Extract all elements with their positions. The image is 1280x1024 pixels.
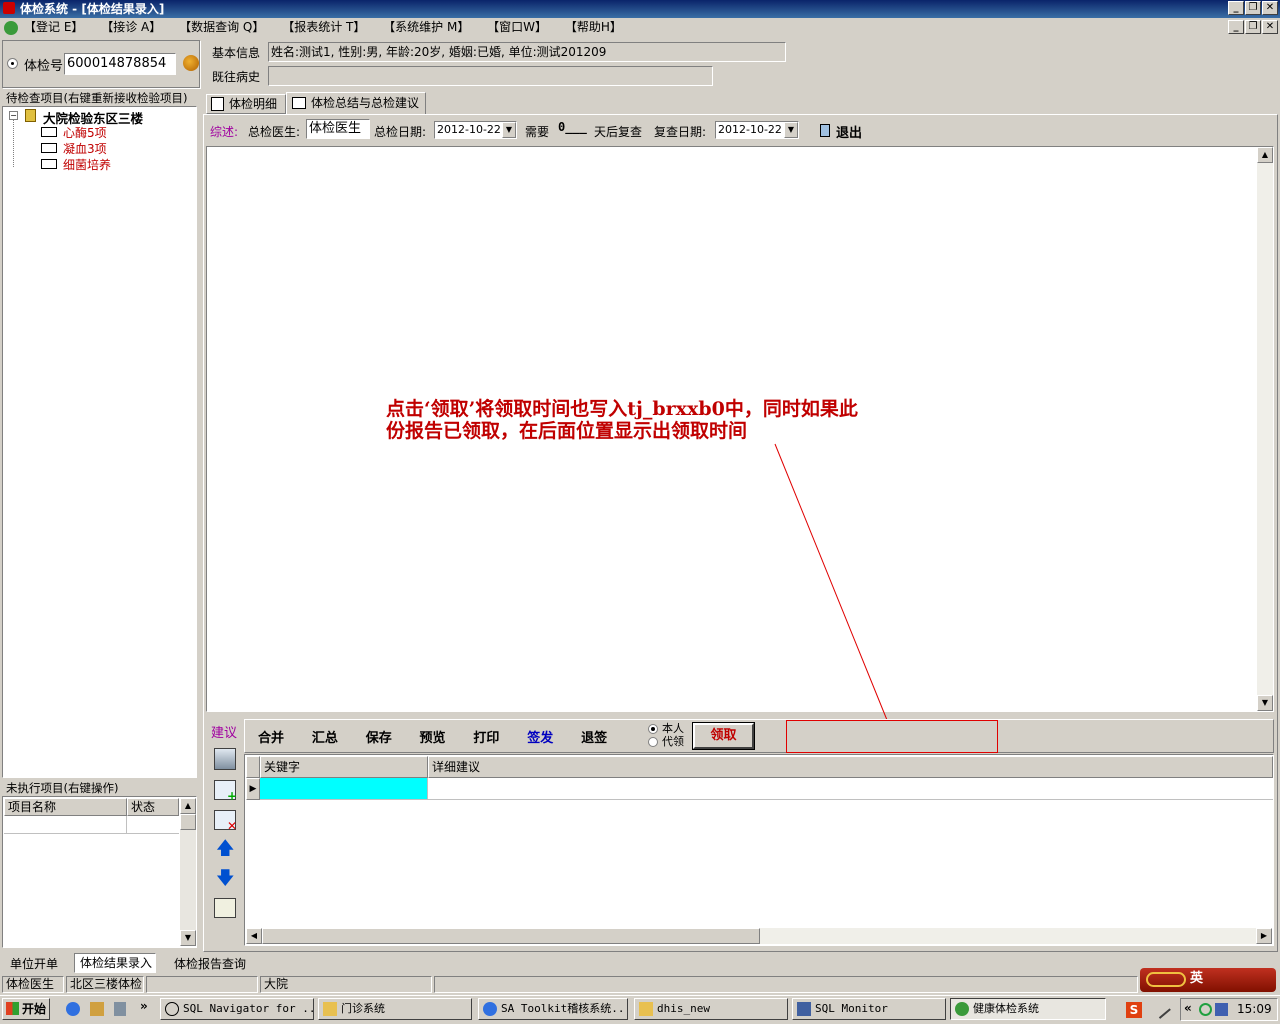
tab-unit-order[interactable]: 单位开单 bbox=[10, 955, 58, 972]
start-button[interactable]: 开始 bbox=[2, 998, 50, 1020]
template-icon[interactable] bbox=[214, 898, 236, 918]
doctor-search-icon[interactable] bbox=[214, 748, 236, 770]
side-icon-toolbar: + ✕ 🡅 🡇 bbox=[206, 742, 242, 948]
radio-self-label: 本人 bbox=[662, 722, 684, 735]
folder-icon bbox=[639, 1002, 653, 1016]
claim-button[interactable]: 领取 bbox=[692, 722, 755, 750]
radio-proxy-label: 代领 bbox=[662, 735, 684, 748]
radio-proxy-dot bbox=[648, 737, 658, 747]
quicklaunch-calc-icon[interactable] bbox=[114, 1002, 126, 1016]
save-button[interactable]: 保存 bbox=[366, 727, 392, 746]
tab-report-query[interactable]: 体检报告查询 bbox=[174, 955, 246, 972]
ime-toolbar[interactable]: 英 bbox=[1140, 968, 1276, 992]
row-indicator: ▶ bbox=[246, 778, 260, 800]
sogou-s-icon[interactable]: S bbox=[1126, 1002, 1142, 1018]
tray-monitor-icon[interactable] bbox=[1215, 1003, 1228, 1016]
scroll-right-icon[interactable]: ▶ bbox=[1256, 928, 1272, 944]
windows-logo-icon bbox=[6, 1002, 19, 1015]
bottom-tab-bar: 单位开单 体检结果录入 体检报告查询 bbox=[0, 952, 1280, 974]
tray-expand-icon[interactable]: « bbox=[1184, 1001, 1192, 1015]
clock: 15:09 bbox=[1237, 1002, 1272, 1016]
tab-result-entry[interactable]: 体检结果录入 bbox=[74, 953, 156, 973]
suggest-side-label: 建议 bbox=[211, 726, 238, 741]
quicklaunch-more-icon[interactable]: » bbox=[140, 999, 148, 1013]
horizontal-scrollbar[interactable]: ◀ ▶ bbox=[246, 928, 1272, 944]
start-label: 开始 bbox=[22, 1002, 47, 1016]
task-sql-monitor[interactable]: SQL Monitor bbox=[792, 998, 946, 1020]
task-outpatient[interactable]: 门诊系统 bbox=[318, 998, 472, 1020]
row-indicator-header bbox=[246, 756, 260, 778]
folder-icon bbox=[323, 1002, 337, 1016]
ime-lang: 英 bbox=[1190, 971, 1204, 986]
print-button[interactable]: 打印 bbox=[473, 727, 499, 746]
system-tray: « 15:09 bbox=[1180, 998, 1278, 1021]
task-sa-toolkit[interactable]: SA Toolkit稽核系统... bbox=[478, 998, 628, 1020]
monitor-icon bbox=[797, 1002, 811, 1016]
app-icon bbox=[955, 1002, 969, 1016]
suggestion-grid[interactable]: 关键字 详细建议 ▶ ◀ ▶ bbox=[244, 754, 1274, 946]
radio-self-dot bbox=[648, 724, 658, 734]
unsign-button[interactable]: 退签 bbox=[581, 727, 607, 746]
quicklaunch-tool-icon[interactable] bbox=[90, 1002, 104, 1016]
preview-button[interactable]: 预览 bbox=[420, 727, 446, 746]
status-site: 大院 bbox=[260, 976, 432, 993]
scroll-left-icon[interactable]: ◀ bbox=[246, 928, 262, 944]
quicklaunch-ie-icon[interactable] bbox=[66, 1002, 80, 1016]
ie-icon bbox=[483, 1002, 497, 1016]
column-header[interactable]: 详细建议 bbox=[428, 756, 1273, 778]
move-up-icon[interactable]: 🡅 bbox=[216, 840, 235, 858]
status-doctor: 体检医生 bbox=[2, 976, 64, 993]
detail-cell[interactable] bbox=[428, 778, 1273, 800]
status-dept: 北区三楼体检 bbox=[66, 976, 144, 993]
task-dhis-new[interactable]: dhis_new bbox=[634, 998, 788, 1020]
sql-navigator-icon bbox=[165, 1002, 179, 1016]
keyword-cell[interactable] bbox=[260, 778, 428, 800]
summarize-button[interactable]: 汇总 bbox=[312, 727, 338, 746]
ime-logo-icon bbox=[1146, 972, 1186, 987]
status-blank bbox=[146, 976, 258, 993]
add-suggestion-icon[interactable]: + bbox=[214, 780, 237, 802]
claim-time-highlight bbox=[786, 720, 998, 753]
move-down-icon[interactable]: 🡇 bbox=[216, 870, 235, 888]
sign-button[interactable]: 签发 bbox=[527, 727, 553, 746]
radio-proxy[interactable]: 代领 bbox=[648, 736, 684, 748]
radio-self[interactable]: 本人 bbox=[648, 723, 684, 735]
status-extra bbox=[434, 976, 1138, 993]
merge-button[interactable]: 合并 bbox=[258, 727, 284, 746]
tray-network-icon[interactable] bbox=[1199, 1003, 1212, 1016]
task-health-exam[interactable]: 健康体检系统 bbox=[950, 998, 1106, 1020]
delete-suggestion-icon[interactable]: ✕ bbox=[214, 810, 237, 832]
column-header[interactable]: 关键字 bbox=[260, 756, 428, 778]
task-sql-navigator[interactable]: SQL Navigator for ... bbox=[160, 998, 314, 1020]
scroll-thumb[interactable] bbox=[262, 928, 760, 944]
